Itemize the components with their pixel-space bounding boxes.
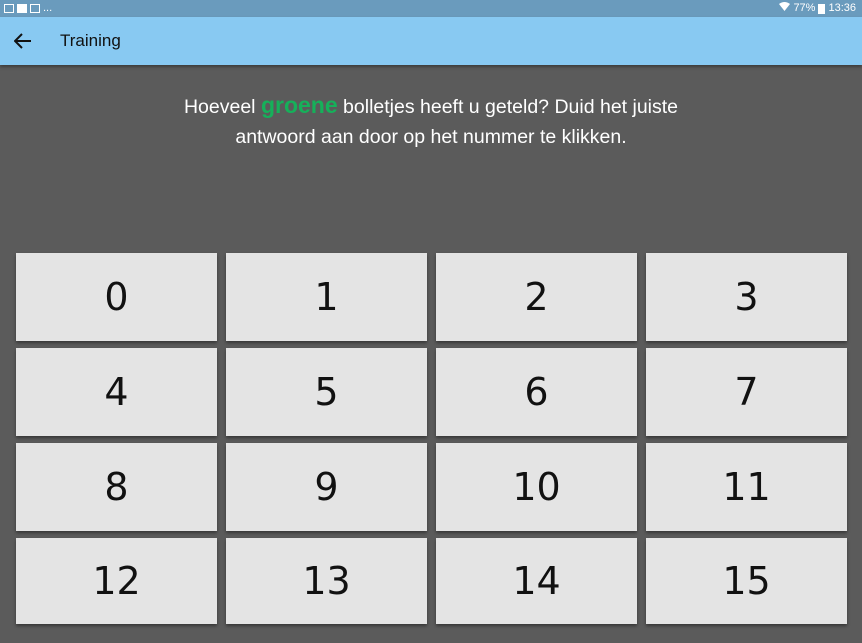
battery-icon xyxy=(818,3,826,14)
app-bar: Training xyxy=(0,17,862,65)
answer-button-2[interactable]: 2 xyxy=(436,253,637,341)
answer-button-11[interactable]: 11 xyxy=(646,443,847,531)
back-arrow-icon[interactable] xyxy=(12,30,34,52)
question-part-1: Hoeveel xyxy=(183,96,261,118)
status-system: 77% 13:36 xyxy=(779,0,862,17)
page-title: Training xyxy=(60,31,121,50)
answer-button-15[interactable]: 15 xyxy=(646,538,847,624)
chat-icon xyxy=(30,4,40,13)
clock: 13:36 xyxy=(828,2,856,14)
answer-button-8[interactable]: 8 xyxy=(16,443,217,531)
answer-button-13[interactable]: 13 xyxy=(226,538,427,624)
answer-button-7[interactable]: 7 xyxy=(646,348,847,436)
answer-button-10[interactable]: 10 xyxy=(436,443,637,531)
status-bar: ... 77% 13:36 xyxy=(0,0,862,17)
flipboard-icon xyxy=(17,4,27,13)
status-notifications: ... xyxy=(0,0,52,17)
battery-percent: 77% xyxy=(793,2,816,14)
answer-button-1[interactable]: 1 xyxy=(226,253,427,341)
answer-button-4[interactable]: 4 xyxy=(16,348,217,436)
more-notifications: ... xyxy=(43,2,53,14)
question-highlight: groene xyxy=(260,92,338,118)
answer-button-12[interactable]: 12 xyxy=(16,538,217,624)
question-line-1: Hoeveel groene bolletjes heeft u geteld?… xyxy=(0,90,862,122)
question-text: Hoeveel groene bolletjes heeft u geteld?… xyxy=(0,90,862,152)
answer-button-9[interactable]: 9 xyxy=(226,443,427,531)
wifi-icon xyxy=(779,0,791,17)
answer-button-0[interactable]: 0 xyxy=(16,253,217,341)
gallery-icon xyxy=(4,4,14,13)
answer-button-3[interactable]: 3 xyxy=(646,253,847,341)
answer-button-5[interactable]: 5 xyxy=(226,348,427,436)
answer-button-6[interactable]: 6 xyxy=(436,348,637,436)
question-line-2: antwoord aan door op het nummer te klikk… xyxy=(235,126,627,148)
answer-button-14[interactable]: 14 xyxy=(436,538,637,624)
answer-grid: 0 1 2 3 4 5 6 7 8 9 10 11 12 13 14 15 xyxy=(16,253,847,624)
question-part-2: bolletjes heeft u geteld? Duid het juist… xyxy=(337,96,679,118)
